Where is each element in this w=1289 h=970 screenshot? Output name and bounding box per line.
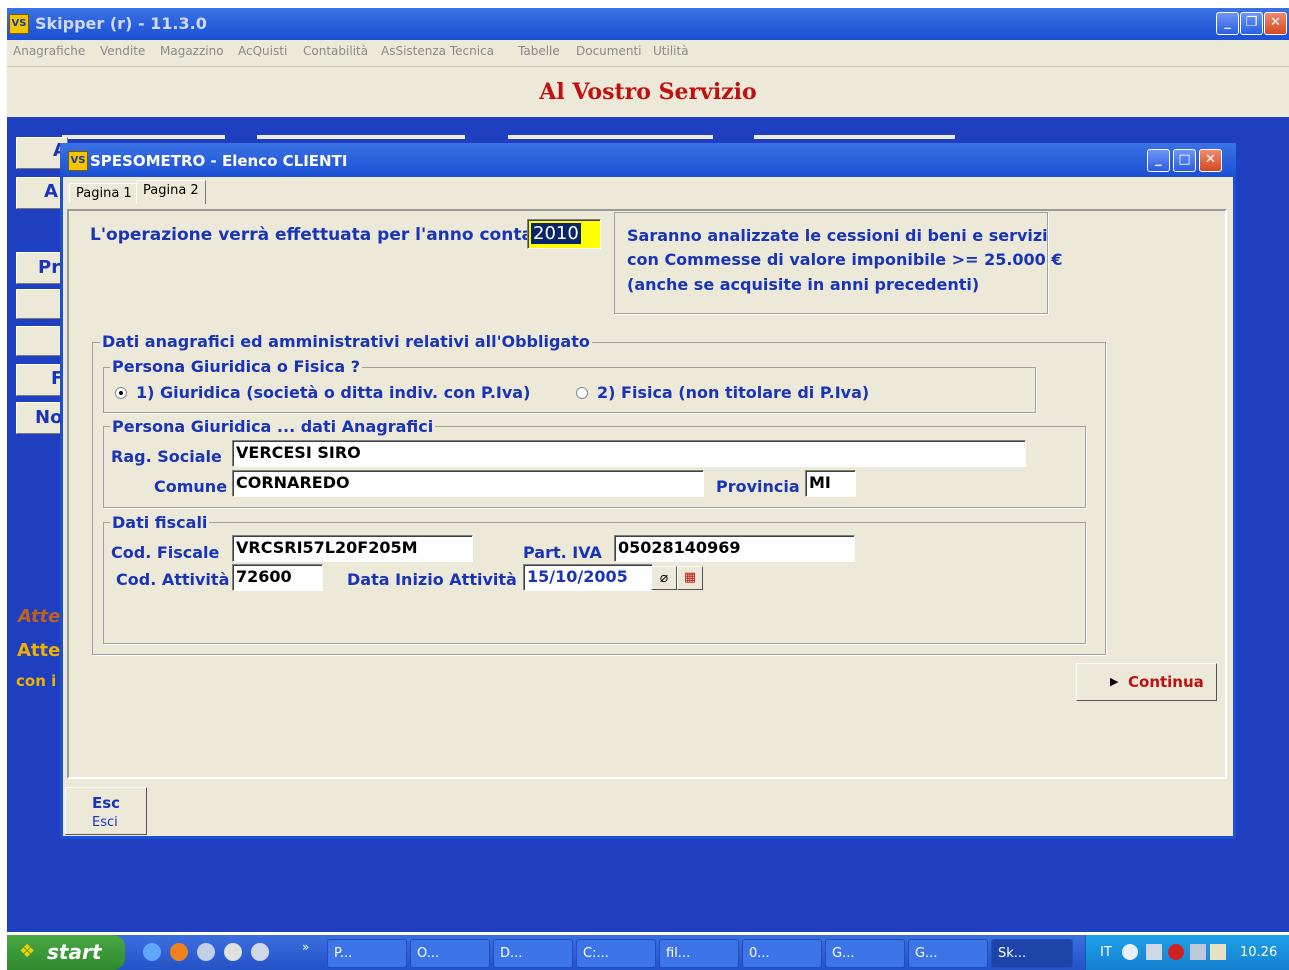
- part-iva-input[interactable]: 05028140969: [614, 535, 855, 562]
- radio-giuridica-label: 1) Giuridica (società o ditta indiv. con…: [136, 383, 531, 402]
- eraser-icon: ⌀: [659, 570, 669, 586]
- main-window-title: Skipper (r) - 11.3.0: [35, 14, 207, 33]
- provincia-input[interactable]: MI: [805, 470, 856, 497]
- continua-button[interactable]: ▶ Continua: [1076, 663, 1217, 701]
- security-icon[interactable]: [1168, 944, 1184, 960]
- taskbar-item[interactable]: C:...: [576, 939, 656, 968]
- continua-label: Continua: [1128, 673, 1204, 691]
- banner: Al Vostro Servizio: [7, 66, 1289, 117]
- data-inizio-input[interactable]: 15/10/2005: [523, 564, 653, 591]
- comune-input[interactable]: CORNAREDO: [232, 470, 704, 497]
- tab-pagina-2[interactable]: Pagina 2: [136, 180, 206, 204]
- app-icon: VS: [9, 14, 29, 34]
- taskbar-item[interactable]: 0...: [742, 939, 822, 968]
- comune-label: Comune: [154, 477, 228, 496]
- calendar-icon: ▦: [683, 570, 697, 585]
- data-inizio-label: Data Inizio Attività: [347, 570, 517, 589]
- menu-bar: Anagrafiche Vendite Magazzino AcQuisti C…: [7, 40, 1289, 66]
- minimize-button[interactable]: _: [1216, 12, 1239, 35]
- bg-bar: [508, 135, 713, 139]
- cod-attivita-input[interactable]: 72600: [232, 564, 323, 591]
- ie-icon[interactable]: [143, 943, 161, 961]
- obbligato-legend: Dati anagrafici ed amministrativi relati…: [100, 332, 592, 351]
- info-line: Saranno analizzate le cessioni di beni e…: [627, 226, 1048, 245]
- network-icon[interactable]: [1146, 944, 1162, 960]
- bg-bar: [754, 135, 955, 139]
- clock: 10.26: [1240, 945, 1278, 960]
- taskbar-item[interactable]: G...: [825, 939, 905, 968]
- esc-label: Esci: [92, 815, 118, 830]
- start-button[interactable]: ❖ start: [7, 935, 125, 970]
- bg-warning-text: con i: [16, 672, 57, 690]
- cod-fiscale-label: Cod. Fiscale: [111, 543, 220, 562]
- persona-legend: Persona Giuridica o Fisica ?: [110, 357, 363, 376]
- banner-text: Al Vostro Servizio: [539, 79, 757, 105]
- radio-giuridica[interactable]: [115, 387, 127, 399]
- restore-button[interactable]: ❐: [1240, 12, 1263, 35]
- tab-pagina-1[interactable]: Pagina 1: [69, 183, 139, 203]
- tray-expand-icon[interactable]: [1122, 944, 1138, 960]
- windows-logo-icon: ❖: [19, 941, 36, 962]
- main-title-bar: VS Skipper (r) - 11.3.0 _ ❐ ✕: [7, 8, 1289, 40]
- esc-button[interactable]: Esc Esci: [65, 787, 147, 835]
- chevron-right-icon[interactable]: »: [302, 940, 309, 954]
- taskbar-item[interactable]: fil...: [659, 939, 739, 968]
- bg-warning-text: Atte: [17, 640, 61, 661]
- volume-icon[interactable]: [1210, 944, 1226, 960]
- dialog-maximize-button[interactable]: □: [1173, 149, 1196, 172]
- menu-anagrafiche[interactable]: Anagrafiche: [13, 44, 85, 58]
- menu-vendite[interactable]: Vendite: [100, 44, 145, 58]
- radio-fisica-label: 2) Fisica (non titolare di P.Iva): [597, 383, 870, 402]
- outlook-icon[interactable]: [197, 943, 215, 961]
- menu-tabelle[interactable]: Tabelle: [518, 44, 560, 58]
- clear-date-button[interactable]: ⌀: [651, 566, 677, 590]
- bg-bar: [62, 135, 225, 139]
- fiscali-legend: Dati fiscali: [110, 513, 210, 532]
- anagrafici-legend: Persona Giuridica ... dati Anagrafici: [110, 417, 436, 436]
- firefox-icon[interactable]: [170, 943, 188, 961]
- bg-bar: [257, 135, 465, 139]
- taskbar-item[interactable]: P...: [327, 939, 407, 968]
- year-input[interactable]: 2010: [527, 219, 601, 249]
- play-arrow-icon: ▶: [1110, 675, 1119, 688]
- tray-app-icon[interactable]: [1190, 944, 1206, 960]
- menu-acquisti[interactable]: AcQuisti: [238, 44, 287, 58]
- esc-key-label: Esc: [92, 794, 121, 812]
- taskbar-item[interactable]: O...: [410, 939, 490, 968]
- taskbar-item-active[interactable]: Sk...: [991, 939, 1073, 968]
- part-iva-label: Part. IVA: [523, 543, 602, 562]
- taskbar-item[interactable]: D...: [493, 939, 573, 968]
- media-icon[interactable]: [224, 943, 242, 961]
- menu-utilita[interactable]: Utilità: [653, 44, 689, 58]
- start-label: start: [47, 940, 102, 964]
- taskbar-item[interactable]: G...: [908, 939, 988, 968]
- menu-contabilita[interactable]: Contabilità: [303, 44, 368, 58]
- app-quicklaunch-icon[interactable]: [251, 943, 269, 961]
- cod-attivita-label: Cod. Attività: [116, 570, 230, 589]
- system-tray: IT 10.26: [1085, 935, 1289, 970]
- radio-fisica[interactable]: [576, 387, 588, 399]
- dialog-minimize-button[interactable]: _: [1147, 149, 1170, 172]
- dialog-title: SPESOMETRO - Elenco CLIENTI: [90, 152, 348, 170]
- year-label: L'operazione verrà effettuata per l'anno…: [90, 225, 569, 245]
- menu-assistenza-tecnica[interactable]: AsSistenza Tecnica: [381, 44, 494, 58]
- dialog-app-icon: VS: [68, 151, 88, 171]
- info-line: (anche se acquisite in anni precedenti): [627, 275, 980, 294]
- menu-documenti[interactable]: Documenti: [576, 44, 642, 58]
- dialog-close-button[interactable]: ✕: [1199, 149, 1222, 172]
- language-indicator[interactable]: IT: [1100, 945, 1112, 960]
- provincia-label: Provincia: [716, 477, 800, 496]
- calendar-button[interactable]: ▦: [677, 566, 703, 590]
- bg-warning-text: Atte: [18, 606, 61, 627]
- close-button[interactable]: ✕: [1264, 12, 1287, 35]
- rag-sociale-label: Rag. Sociale: [111, 447, 222, 466]
- cod-fiscale-input[interactable]: VRCSRI57L20F205M: [232, 535, 473, 562]
- rag-sociale-input[interactable]: VERCESI SIRO: [232, 440, 1026, 467]
- info-line: con Commesse di valore imponibile >= 25.…: [627, 250, 1063, 269]
- dialog-title-bar: VS SPESOMETRO - Elenco CLIENTI _ □ ✕: [60, 143, 1236, 177]
- menu-magazzino[interactable]: Magazzino: [160, 44, 224, 58]
